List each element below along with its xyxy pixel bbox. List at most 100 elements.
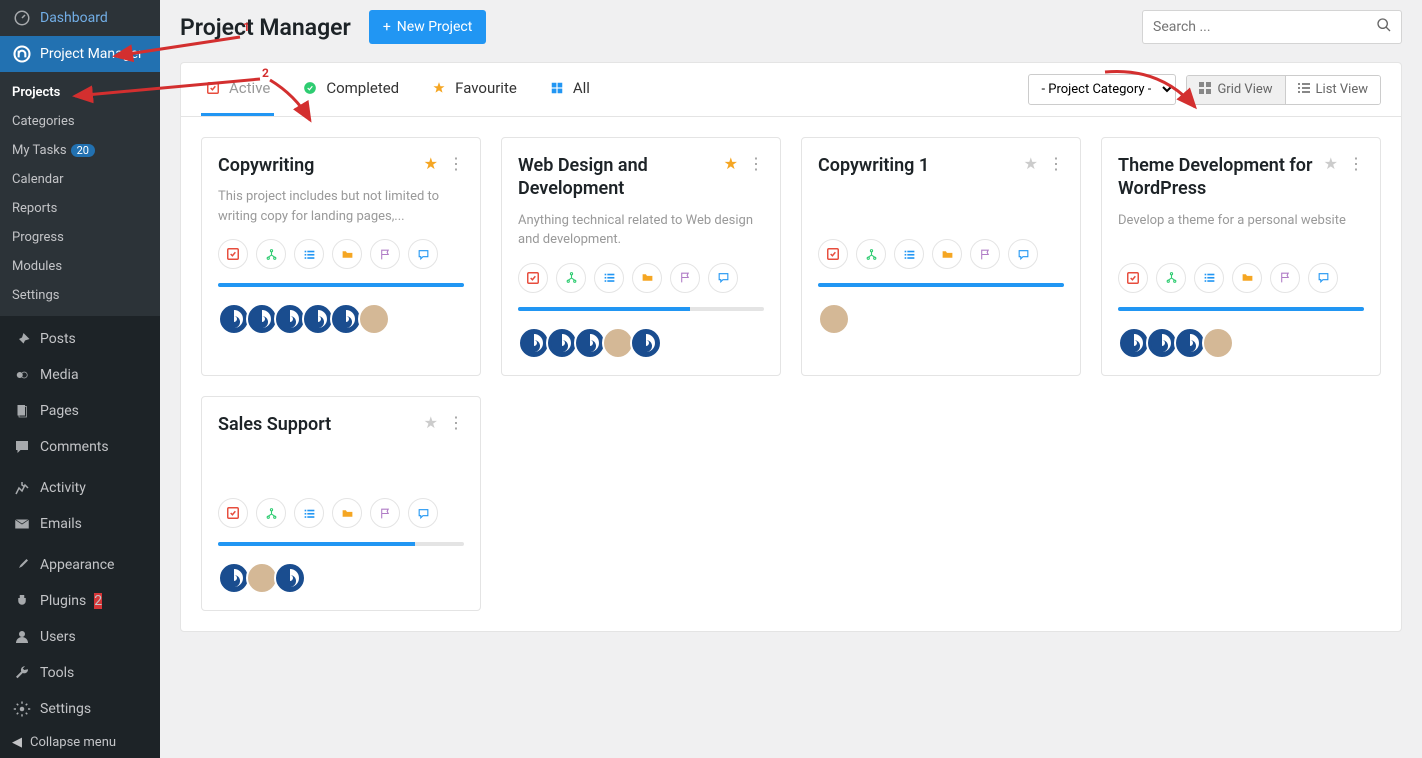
collapse-label: Collapse menu <box>30 735 116 750</box>
project-card[interactable]: Copywriting 1★⋮ <box>801 137 1081 376</box>
avatar[interactable] <box>1202 327 1234 359</box>
card-list-icon[interactable] <box>1194 263 1224 293</box>
card-chat-icon[interactable] <box>408 239 438 269</box>
card-flag-icon[interactable] <box>370 498 400 528</box>
main-content: Project Manager + New Project ActiveComp… <box>160 0 1422 758</box>
more-menu-icon[interactable]: ⋮ <box>448 154 464 173</box>
project-members <box>818 303 1064 335</box>
sidebar-item-dashboard[interactable]: Dashboard <box>0 0 160 36</box>
card-flag-icon[interactable] <box>370 239 400 269</box>
sidebar-item-activity[interactable]: Activity <box>0 470 160 506</box>
card-list-icon[interactable] <box>594 263 624 293</box>
submenu-label: Categories <box>12 114 75 129</box>
sidebar-item-users[interactable]: Users <box>0 619 160 655</box>
card-list-icon[interactable] <box>294 239 324 269</box>
tab-completed[interactable]: Completed <box>298 63 403 116</box>
sidebar-item-plugins[interactable]: Plugins2 <box>0 583 160 619</box>
card-list-icon[interactable] <box>294 498 324 528</box>
card-flag-icon[interactable] <box>970 239 1000 269</box>
more-menu-icon[interactable]: ⋮ <box>1348 154 1364 173</box>
card-tree-icon[interactable] <box>856 239 886 269</box>
project-card[interactable]: Web Design and Development★⋮Anything tec… <box>501 137 781 376</box>
list-icon <box>1298 82 1310 98</box>
progress-bar <box>818 283 1064 287</box>
favourite-star-icon[interactable]: ★ <box>1024 154 1038 173</box>
sidebar-item-emails[interactable]: Emails <box>0 506 160 542</box>
project-card[interactable]: Copywriting★⋮This project includes but n… <box>201 137 481 376</box>
submenu-settings[interactable]: Settings <box>0 281 160 310</box>
more-menu-icon[interactable]: ⋮ <box>748 154 764 173</box>
tab-all[interactable]: All <box>545 63 594 116</box>
card-check-sq-icon[interactable] <box>518 263 548 293</box>
card-tree-icon[interactable] <box>1156 263 1186 293</box>
card-chat-icon[interactable] <box>1008 239 1038 269</box>
list-view-button[interactable]: List View <box>1285 76 1380 104</box>
grid-view-button[interactable]: Grid View <box>1187 76 1284 104</box>
sidebar-label: Appearance <box>40 557 114 573</box>
sidebar-item-project-manager[interactable]: Project Manager <box>0 36 160 72</box>
tab-favourite[interactable]: Favourite <box>427 63 521 116</box>
card-chat-icon[interactable] <box>408 498 438 528</box>
project-description <box>218 446 464 486</box>
avatar[interactable] <box>818 303 850 335</box>
projects-grid: Copywriting★⋮This project includes but n… <box>181 117 1401 631</box>
sidebar-item-media[interactable]: Media <box>0 357 160 393</box>
progress-bar <box>218 283 464 287</box>
favourite-star-icon[interactable]: ★ <box>424 413 438 432</box>
sidebar-item-comments[interactable]: Comments <box>0 429 160 465</box>
card-folder-icon[interactable] <box>932 239 962 269</box>
submenu-label: Reports <box>12 201 57 216</box>
card-folder-icon[interactable] <box>632 263 662 293</box>
card-check-sq-icon[interactable] <box>218 239 248 269</box>
collapse-menu[interactable]: ◀ Collapse menu <box>0 727 160 758</box>
search-input[interactable] <box>1142 10 1402 44</box>
submenu-my-tasks[interactable]: My Tasks20 <box>0 136 160 165</box>
project-card[interactable]: Sales Support★⋮ <box>201 396 481 611</box>
progress-bar <box>218 542 464 546</box>
favourite-star-icon[interactable]: ★ <box>1324 154 1338 173</box>
card-flag-icon[interactable] <box>1270 263 1300 293</box>
card-tree-icon[interactable] <box>556 263 586 293</box>
search-icon[interactable] <box>1376 17 1392 37</box>
submenu-reports[interactable]: Reports <box>0 194 160 223</box>
progress-bar <box>1118 307 1364 311</box>
sidebar-item-pages[interactable]: Pages <box>0 393 160 429</box>
avatar[interactable] <box>358 303 390 335</box>
sidebar-label: Activity <box>40 480 86 496</box>
sidebar-label: Pages <box>40 403 79 419</box>
card-tree-icon[interactable] <box>256 239 286 269</box>
card-flag-icon[interactable] <box>670 263 700 293</box>
submenu-calendar[interactable]: Calendar <box>0 165 160 194</box>
card-folder-icon[interactable] <box>332 498 362 528</box>
sidebar-item-appearance[interactable]: Appearance <box>0 547 160 583</box>
submenu-categories[interactable]: Categories <box>0 107 160 136</box>
card-chat-icon[interactable] <box>1308 263 1338 293</box>
submenu-progress[interactable]: Progress <box>0 223 160 252</box>
comment-icon <box>12 437 32 457</box>
more-menu-icon[interactable]: ⋮ <box>448 413 464 432</box>
favourite-star-icon[interactable]: ★ <box>724 154 738 173</box>
more-menu-icon[interactable]: ⋮ <box>1048 154 1064 173</box>
tab-label: Favourite <box>455 79 517 97</box>
card-tree-icon[interactable] <box>256 498 286 528</box>
card-folder-icon[interactable] <box>332 239 362 269</box>
card-folder-icon[interactable] <box>1232 263 1262 293</box>
submenu-modules[interactable]: Modules <box>0 252 160 281</box>
category-select[interactable]: - Project Category - <box>1028 74 1176 105</box>
project-card[interactable]: Theme Development for WordPress★⋮Develop… <box>1101 137 1381 376</box>
page-header: Project Manager + New Project <box>180 10 1402 44</box>
card-chat-icon[interactable] <box>708 263 738 293</box>
sidebar-item-settings[interactable]: Settings <box>0 691 160 727</box>
submenu-projects[interactable]: Projects <box>0 78 160 107</box>
favourite-star-icon[interactable]: ★ <box>424 154 438 173</box>
avatar[interactable] <box>274 562 306 594</box>
card-check-sq-icon[interactable] <box>818 239 848 269</box>
card-list-icon[interactable] <box>894 239 924 269</box>
grid-icon <box>549 80 565 96</box>
new-project-button[interactable]: + New Project <box>369 10 486 44</box>
card-check-sq-icon[interactable] <box>1118 263 1148 293</box>
avatar[interactable] <box>630 327 662 359</box>
card-check-sq-icon[interactable] <box>218 498 248 528</box>
sidebar-item-tools[interactable]: Tools <box>0 655 160 691</box>
sidebar-item-posts[interactable]: Posts <box>0 321 160 357</box>
